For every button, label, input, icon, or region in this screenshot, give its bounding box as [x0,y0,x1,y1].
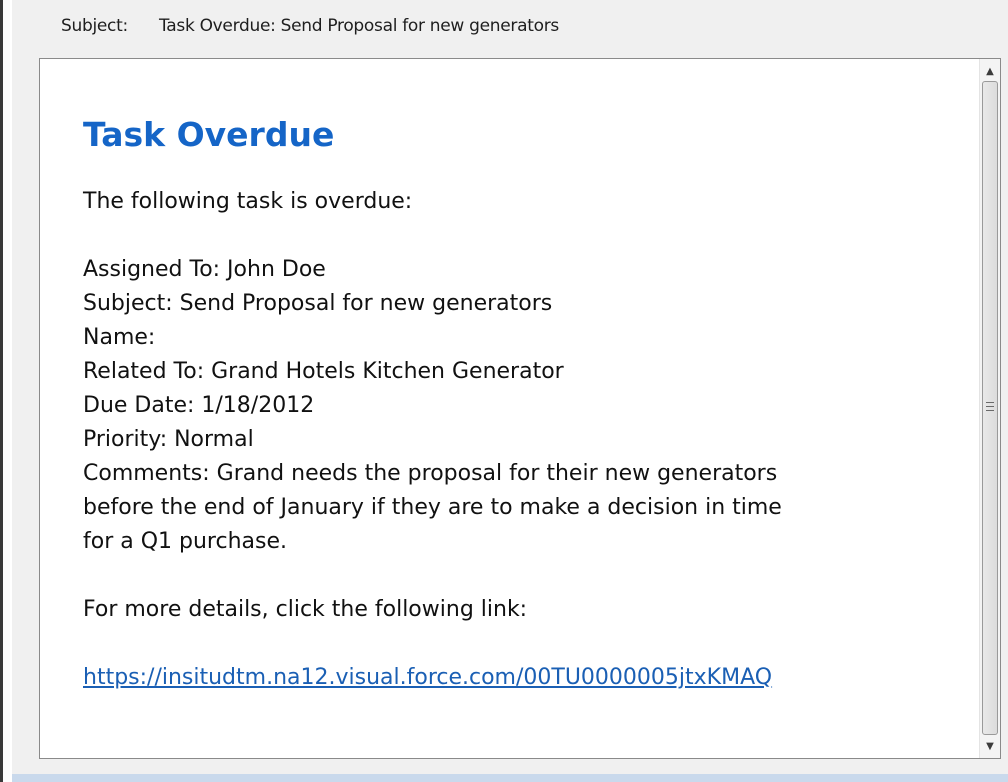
related-to-line: Related To: Grand Hotels Kitchen Generat… [83,359,564,384]
comments-line-2: before the end of January if they are to… [83,495,782,520]
intro-text: The following task is overdue: [83,189,413,214]
message-body: Task Overdue The following task is overd… [40,59,980,758]
subject-line: Subject: Send Proposal for new generator… [83,291,553,316]
scroll-thumb[interactable] [982,81,998,735]
scroll-down-icon[interactable]: ▼ [980,736,1000,756]
priority-line: Priority: Normal [83,427,254,452]
name-line: Name: [83,325,156,350]
vertical-scrollbar[interactable]: ▲ ▼ [979,59,1000,758]
task-link[interactable]: https://insitudtm.na12.visual.force.com/… [83,661,772,695]
window-left-border [0,0,3,782]
subject-header: Subject: Task Overdue: Send Proposal for… [12,0,1008,56]
due-date-line: Due Date: 1/18/2012 [83,393,315,418]
assigned-to-line: Assigned To: John Doe [83,257,326,282]
subject-value: Task Overdue: Send Proposal for new gene… [159,16,559,36]
email-preview-window: Subject: Task Overdue: Send Proposal for… [0,0,1008,782]
scroll-up-icon[interactable]: ▲ [980,61,1000,81]
comments-line-3: for a Q1 purchase. [83,529,288,554]
details-prompt: For more details, click the following li… [83,597,528,622]
message-body-frame[interactable]: Task Overdue The following task is overd… [39,58,1001,759]
comments-line-1: Comments: Grand needs the proposal for t… [83,461,778,486]
preview-pane: Subject: Task Overdue: Send Proposal for… [12,0,1008,782]
subject-label: Subject: [61,16,128,36]
message-title: Task Overdue [83,115,335,154]
grip-icon [986,402,994,411]
